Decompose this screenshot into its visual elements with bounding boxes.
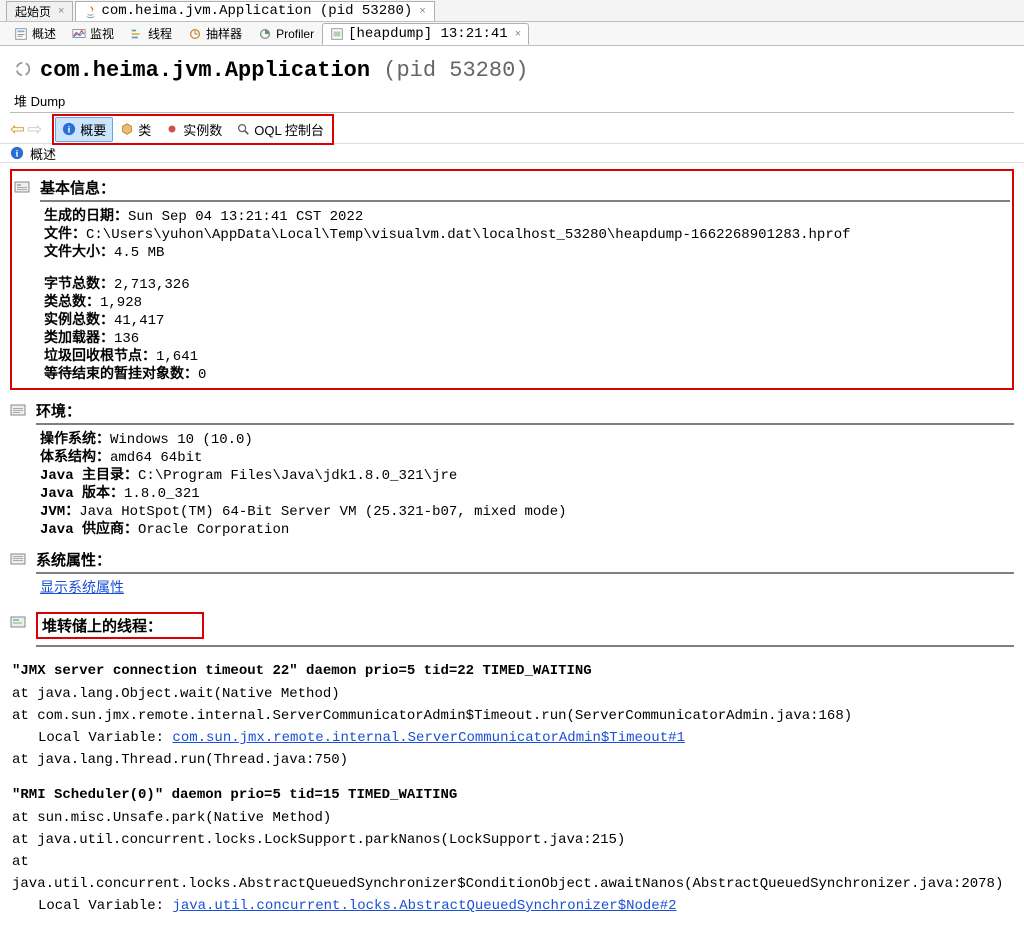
main-tab-bar: 起始页 × com.heima.jvm.Application (pid 532… bbox=[0, 0, 1024, 22]
forward-icon: ⇨ bbox=[27, 119, 42, 140]
highlight-box-threads: 堆转储上的线程： bbox=[36, 612, 204, 639]
show-sysprops-link[interactable]: 显示系统属性 bbox=[40, 581, 124, 597]
stack-frame: at java.util.concurrent.locks.LockSuppor… bbox=[12, 829, 1014, 851]
subtab-profiler[interactable]: Profiler bbox=[250, 24, 322, 44]
stack-frame: at java.util.concurrent.locks.AbstractQu… bbox=[12, 851, 1014, 895]
sampler-icon bbox=[188, 27, 202, 41]
dump-label: 堆 Dump bbox=[0, 89, 1024, 112]
stack-frame: at java.lang.Object.wait(Native Method) bbox=[12, 683, 1014, 705]
nav-oql[interactable]: OQL 控制台 bbox=[229, 117, 331, 142]
sysprops-title: 系统属性： bbox=[36, 549, 1014, 574]
overview-icon bbox=[14, 27, 28, 41]
local-variable: Local Variable: java.util.concurrent.loc… bbox=[38, 895, 1014, 917]
svg-text:i: i bbox=[68, 125, 71, 136]
subtab-sampler-label: 抽样器 bbox=[206, 25, 242, 42]
close-icon[interactable]: × bbox=[58, 5, 64, 17]
nav-instances-label: 实例数 bbox=[183, 120, 222, 139]
local-var-link[interactable]: com.sun.jmx.remote.internal.ServerCommun… bbox=[172, 730, 684, 746]
title-row: com.heima.jvm.Application (pid 53280) bbox=[0, 46, 1024, 89]
breadcrumb: i 概述 bbox=[0, 143, 1024, 163]
thread-header: "JMX server connection timeout 22" daemo… bbox=[12, 663, 1014, 679]
highlight-box-basic: 基本信息： 生成的日期：Sun Sep 04 13:21:41 CST 2022… bbox=[10, 169, 1014, 390]
stack-frame: at com.sun.jmx.remote.internal.ServerCom… bbox=[12, 705, 1014, 727]
section-icon bbox=[10, 549, 28, 570]
subtab-sampler[interactable]: 抽样器 bbox=[180, 22, 250, 45]
nav-oql-label: OQL 控制台 bbox=[254, 120, 324, 139]
heapdump-nav: ⇦ ⇨ i 概要 类 实例数 OQL 控制台 bbox=[0, 115, 1024, 143]
env-info: 操作系统：Windows 10 (10.0) 体系结构：amd64 64bit … bbox=[36, 431, 1014, 539]
subtab-threads-label: 线程 bbox=[148, 25, 172, 42]
close-icon[interactable]: × bbox=[419, 5, 425, 17]
basic-info: 生成的日期：Sun Sep 04 13:21:41 CST 2022 文件：C:… bbox=[40, 208, 1010, 384]
subtab-monitor-label: 监视 bbox=[90, 25, 114, 42]
instances-icon bbox=[165, 122, 179, 136]
info-icon: i bbox=[62, 122, 76, 136]
monitor-icon bbox=[72, 27, 86, 41]
java-icon bbox=[84, 5, 97, 18]
env-title: 环境： bbox=[36, 400, 1014, 425]
stack-frame: at java.lang.Thread.run(Thread.java:750) bbox=[12, 749, 1014, 771]
title-pid: (pid 53280) bbox=[383, 58, 528, 83]
tab-app-label: com.heima.jvm.Application (pid 53280) bbox=[101, 3, 412, 19]
section-icon bbox=[10, 400, 28, 421]
thread-header: "RMI Scheduler(0)" daemon prio=5 tid=15 … bbox=[12, 787, 1014, 803]
tab-start-page[interactable]: 起始页 × bbox=[6, 1, 73, 21]
tab-start-label: 起始页 bbox=[15, 3, 51, 20]
stack-frame: at sun.misc.Unsafe.park(Native Method) bbox=[12, 807, 1014, 829]
highlight-box-nav: i 概要 类 实例数 OQL 控制台 bbox=[52, 114, 334, 145]
section-icon bbox=[10, 612, 28, 633]
nav-classes[interactable]: 类 bbox=[113, 117, 158, 142]
basic-title: 基本信息： bbox=[40, 177, 1010, 202]
section-icon bbox=[14, 177, 32, 198]
subtab-overview-label: 概述 bbox=[32, 25, 56, 42]
classes-icon bbox=[120, 122, 134, 136]
close-icon[interactable]: × bbox=[515, 28, 521, 40]
subtab-threads[interactable]: 线程 bbox=[122, 22, 180, 45]
sub-tab-bar: 概述 监视 线程 抽样器 Profiler [heapdump] 13:21:4… bbox=[0, 22, 1024, 46]
subtab-overview[interactable]: 概述 bbox=[6, 22, 64, 45]
info-icon: i bbox=[10, 146, 24, 160]
back-icon[interactable]: ⇦ bbox=[10, 119, 25, 140]
local-variable: Local Variable: com.sun.jmx.remote.inter… bbox=[38, 727, 1014, 749]
svg-text:i: i bbox=[16, 149, 19, 160]
threads-icon bbox=[130, 27, 144, 41]
tab-application[interactable]: com.heima.jvm.Application (pid 53280) × bbox=[75, 1, 434, 21]
title-app-name: com.heima.jvm.Application bbox=[40, 58, 370, 83]
heapdump-icon bbox=[330, 27, 344, 41]
breadcrumb-label: 概述 bbox=[30, 144, 56, 163]
profiler-icon bbox=[258, 27, 272, 41]
nav-summary[interactable]: i 概要 bbox=[55, 117, 113, 142]
local-var-link[interactable]: java.util.concurrent.locks.AbstractQueue… bbox=[172, 898, 676, 914]
nav-summary-label: 概要 bbox=[80, 120, 106, 139]
subtab-monitor[interactable]: 监视 bbox=[64, 22, 122, 45]
subtab-heapdump[interactable]: [heapdump] 13:21:41 × bbox=[322, 23, 529, 45]
subtab-heapdump-label: [heapdump] 13:21:41 bbox=[348, 26, 508, 42]
nav-instances[interactable]: 实例数 bbox=[158, 117, 229, 142]
nav-classes-label: 类 bbox=[138, 120, 151, 139]
oql-icon bbox=[236, 122, 250, 136]
loading-icon bbox=[14, 60, 32, 81]
subtab-profiler-label: Profiler bbox=[276, 27, 314, 41]
